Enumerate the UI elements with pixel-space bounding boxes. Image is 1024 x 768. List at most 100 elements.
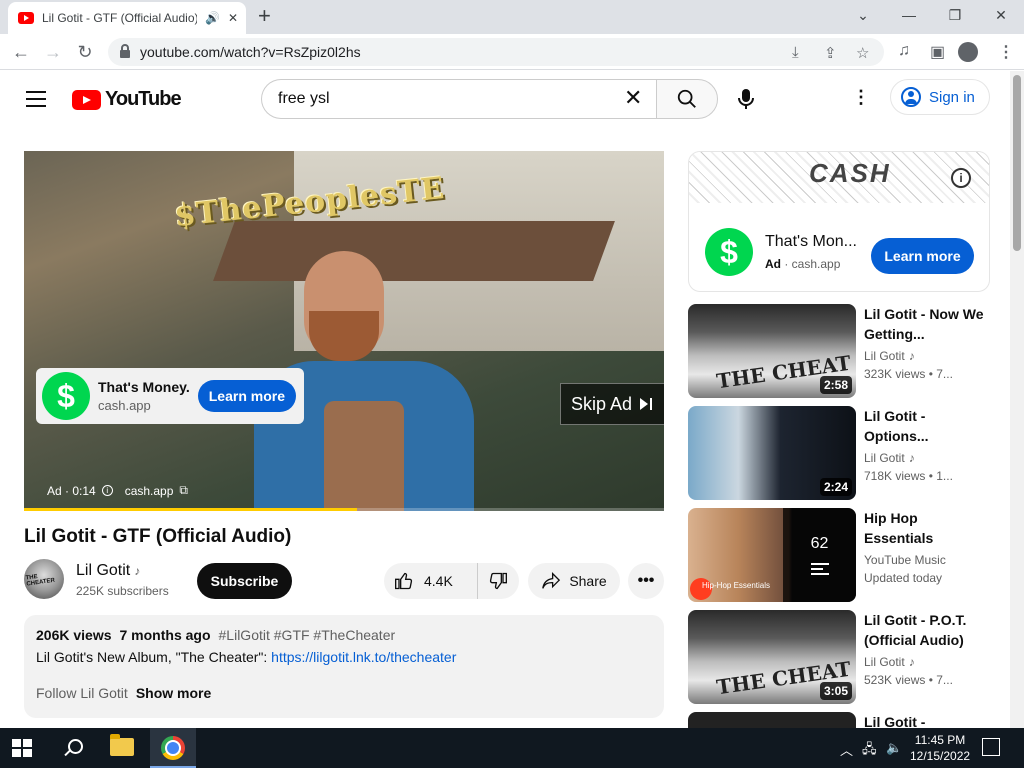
ad-info-icon[interactable]: i [101,485,113,496]
external-link-icon[interactable]: ⧉ [179,483,188,498]
recommended-video[interactable]: Lil Gotit - [688,712,998,728]
channel-avatar[interactable] [24,559,64,599]
window-minimize-button[interactable]: — [886,0,932,30]
recommended-video[interactable]: 2:58 Lil Gotit - Now We Getting... Lil G… [688,304,998,399]
lock-icon[interactable] [120,44,130,58]
chrome-menu-icon[interactable]: ⋮ [998,42,1014,62]
recommended-video[interactable]: 2:24 Lil Gotit - Options... Lil Gotit ♪ 7… [688,406,998,501]
channel-name-label[interactable]: Lil Gotit [76,562,130,579]
back-arrow-icon[interactable]: ← [8,40,34,64]
window-close-button[interactable]: ✕ [978,0,1024,30]
like-button[interactable]: 4.4K [384,563,478,599]
media-control-icon[interactable]: ♫ [898,42,910,60]
youtube-play-logo-icon [72,89,101,110]
official-artist-icon: ♪ [134,564,141,578]
ad-meta-domain[interactable]: cash.app [125,484,174,498]
dislike-button[interactable] [478,563,518,599]
window-restore-button[interactable]: ❐ [932,0,978,30]
ad-info-icon[interactable]: i [951,168,971,188]
like-count: 4.4K [424,573,453,589]
video-title[interactable]: Lil Gotit - P.O.T. (Official Audio) [864,610,984,650]
player-ad-card[interactable]: $ That's Money. cash.app Learn more [36,368,304,424]
sidebar-learn-more-button[interactable]: Learn more [871,238,974,274]
video-title[interactable]: Lil Gotit - Options... [864,406,984,446]
clear-search-icon[interactable]: ✕ [624,87,642,109]
video-duration: 2:24 [819,478,852,496]
playlist-channel[interactable]: YouTube Music [864,553,946,567]
forward-arrow-icon[interactable]: → [40,40,66,64]
search-input[interactable]: free ysl [261,79,656,119]
page-scrollbar[interactable] [1010,71,1024,728]
voice-search-button[interactable] [730,83,762,115]
sidebar-ad-meta: Ad · cash.app [765,257,859,271]
hashtags[interactable]: #LilGotit #GTF #TheCheater [219,627,396,643]
tab-close-icon[interactable]: ✕ [228,11,238,25]
playlist-count-overlay: 62 [783,508,856,602]
album-link[interactable]: https://lilgotit.lnk.to/thecheater [271,649,456,665]
taskbar-chrome-button[interactable] [150,728,196,768]
more-actions-button[interactable]: ••• [628,563,664,599]
share-page-icon[interactable]: ⇪ [824,44,837,62]
subscribe-button[interactable]: Subscribe [197,563,292,599]
ad-progress-bar[interactable] [24,508,664,511]
new-tab-button[interactable]: + [258,5,271,27]
video-channel[interactable]: Lil Gotit ♪ [864,451,915,465]
video-title[interactable]: Lil Gotit - Now We Getting... [864,304,984,344]
address-bar[interactable]: youtube.com/watch?v=RsZpiz0l2hs ⤓ ⇪ ☆ [108,38,884,66]
playlist-thumbnail[interactable]: Hip-Hop Essentials 62 [688,508,856,602]
scrollbar-thumb[interactable] [1013,75,1021,251]
ad-badge: Ad [765,257,781,271]
official-artist-icon: ♪ [908,655,915,669]
install-app-icon[interactable]: ⤓ [792,44,799,61]
address-url[interactable]: youtube.com/watch?v=RsZpiz0l2hs [140,44,361,60]
guide-menu-icon[interactable] [26,91,46,107]
playlist-title[interactable]: Hip Hop Essentials [864,508,984,548]
description-line: Lil Gotit's New Album, "The Cheater": ht… [36,649,652,665]
video-title[interactable]: Lil Gotit - [864,712,984,728]
video-meta: 718K views • 1... [864,469,953,483]
tab-audio-icon[interactable]: 🔊 [205,11,220,25]
taskbar-search-icon[interactable] [62,738,83,758]
side-panel-icon[interactable]: ▣ [930,42,945,62]
skip-ad-button[interactable]: Skip Ad [560,383,664,425]
video-channel[interactable]: Lil Gotit ♪ [864,349,915,363]
microphone-icon [738,89,754,109]
sidebar-ad-card[interactable]: CASH i $ That's Mon... Ad · cash.app Lea… [688,151,990,292]
video-thumbnail[interactable] [688,712,856,728]
reload-icon[interactable]: ↻ [72,40,98,64]
taskbar-clock[interactable]: 11:45 PM 12/15/2022 [910,732,970,764]
notification-center-icon[interactable] [982,738,1000,756]
description-box[interactable]: 206K views 7 months ago #LilGotit #GTF #… [24,615,664,718]
video-channel[interactable]: Lil Gotit ♪ [864,655,915,669]
file-explorer-icon[interactable] [110,734,134,756]
settings-menu-icon[interactable]: ⋮ [852,87,870,108]
recommended-video[interactable]: 3:05 Lil Gotit - P.O.T. (Official Audio)… [688,610,998,705]
network-icon[interactable]: 🖧 [862,740,877,762]
tab-search-dropdown-icon[interactable]: ⌄ [840,0,886,30]
video-thumbnail[interactable]: 3:05 [688,610,856,704]
video-player[interactable]: $ThePeoplesTE $ That's Money. cash.app L… [24,151,664,511]
profile-avatar-icon[interactable] [958,42,978,62]
official-artist-icon: ♪ [908,451,915,465]
show-more-button[interactable]: Show more [136,685,211,701]
video-thumbnail[interactable]: 2:58 [688,304,856,398]
video-thumbnail[interactable]: 2:24 [688,406,856,500]
sign-in-button[interactable]: Sign in [890,79,990,115]
channel-name[interactable]: Lil Gotit ♪ [76,562,140,580]
windows-start-icon[interactable] [12,739,32,757]
recommended-playlist[interactable]: Hip-Hop Essentials 62 Hip Hop Essentials… [688,508,998,603]
volume-icon[interactable]: 🔈 [886,740,902,756]
ad-meta-bar: Ad · 0:14 i cash.app ⧉ [47,483,188,498]
share-button[interactable]: Share [528,563,620,599]
skip-ad-label: Skip Ad [570,393,633,414]
browser-tab-active[interactable]: Lil Gotit - GTF (Official Audio) 🔊 ✕ [8,2,246,34]
official-artist-icon: ♪ [908,349,915,363]
show-hidden-icons-icon[interactable]: ︿ [840,740,853,759]
search-button[interactable] [656,79,718,119]
bookmark-star-icon[interactable]: ☆ [856,44,869,62]
cash-app-logo-icon: $ [42,372,90,420]
youtube-logo[interactable]: YouTube [72,88,182,111]
ad-timer: Ad · 0:14 [47,483,96,498]
tab-title: Lil Gotit - GTF (Official Audio) [42,11,197,25]
player-learn-more-button[interactable]: Learn more [197,380,296,412]
